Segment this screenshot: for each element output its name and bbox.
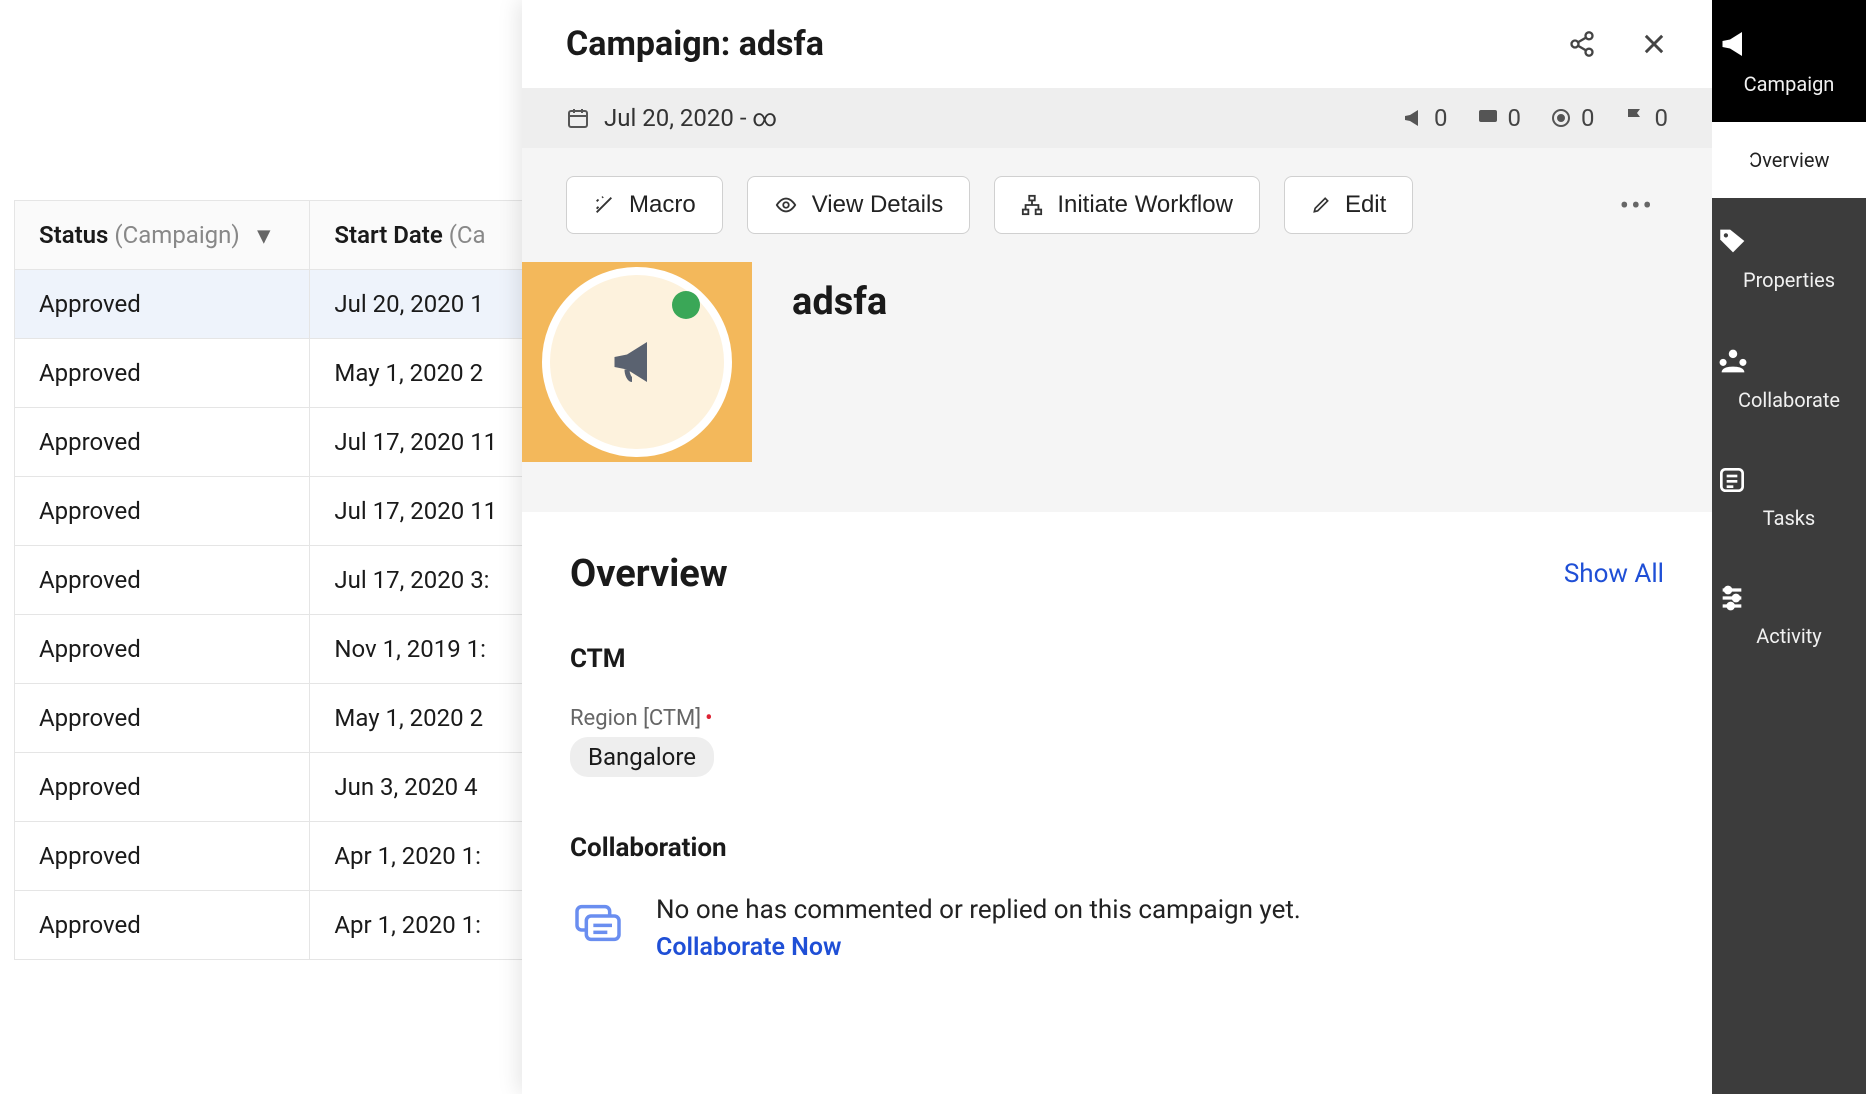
sidebar-item-label: Tasks (1763, 506, 1816, 530)
stat-chat[interactable]: 0 (1476, 104, 1522, 132)
sidebar-item-collaborate[interactable]: Collaborate (1712, 318, 1866, 438)
table-row[interactable]: Approved (15, 339, 310, 408)
table-row[interactable]: Approved (15, 546, 310, 615)
sidebar-item-overview[interactable]: Overview (1712, 122, 1866, 198)
macro-button[interactable]: Macro (566, 176, 723, 234)
stat-target[interactable]: 0 (1549, 104, 1595, 132)
table-row[interactable]: May 1, 2020 2 (310, 684, 534, 753)
sidebar-item-label: Activity (1756, 624, 1821, 648)
campaign-table: Status (Campaign) ▾ Start Date (Ca Appro… (14, 200, 534, 960)
table-row[interactable]: Jul 17, 2020 11 (310, 408, 534, 477)
campaign-hero: adsfa (522, 262, 1712, 512)
date-range: Jul 20, 2020 - ∞ (604, 104, 777, 132)
sidebar-item-tasks[interactable]: Tasks (1712, 438, 1866, 556)
list-icon (1716, 464, 1862, 496)
collaborate-now-link[interactable]: Collaborate Now (656, 933, 1301, 962)
page-title: Campaign: adsfa (566, 24, 1568, 64)
campaign-panel: Campaign: adsfa Jul 20, 2020 - ∞ 0 0 (522, 0, 1712, 1094)
table-row[interactable]: May 1, 2020 2 (310, 339, 534, 408)
table-row[interactable]: Approved (15, 408, 310, 477)
col-start-date[interactable]: Start Date (Ca (310, 201, 534, 270)
sidebar-item-label: Properties (1743, 268, 1835, 292)
table-row[interactable]: Approved (15, 477, 310, 546)
table-row[interactable]: Approved (15, 684, 310, 753)
campaign-badge (522, 262, 752, 462)
show-all-link[interactable]: Show All (1564, 559, 1664, 589)
wand-icon (593, 194, 615, 216)
toolbar: Macro View Details Initiate Workflow Edi… (522, 148, 1712, 262)
right-sidebar: Campaign Overview Properties Collaborate… (1712, 0, 1866, 1094)
table-row[interactable]: Approved (15, 891, 310, 960)
region-chip[interactable]: Bangalore (570, 737, 714, 777)
workflow-icon (1021, 194, 1043, 216)
sidebar-item-activity[interactable]: Activity (1712, 556, 1866, 674)
overview-heading: Overview (570, 552, 728, 596)
ctm-label: CTM (570, 644, 1664, 674)
stat-flag[interactable]: 0 (1623, 104, 1669, 132)
region-field-label: Region [CTM]• (570, 706, 1664, 731)
sidebar-item-properties[interactable]: Properties (1712, 198, 1866, 318)
tag-icon (1716, 224, 1862, 258)
collab-heading: Collaboration (570, 833, 1664, 863)
sidebar-item-label: Collaborate (1738, 388, 1840, 412)
table-row[interactable]: Nov 1, 2019 1: (310, 615, 534, 684)
close-icon[interactable] (1640, 30, 1668, 58)
initiate-workflow-button[interactable]: Initiate Workflow (994, 176, 1260, 234)
table-row[interactable]: Jul 17, 2020 3: (310, 546, 534, 615)
table-row[interactable]: Approved (15, 615, 310, 684)
table-row[interactable]: Jul 20, 2020 1 (310, 270, 534, 339)
chat-bubble-icon (570, 895, 626, 951)
share-icon[interactable] (1568, 30, 1596, 58)
stat-announce[interactable]: 0 (1402, 104, 1448, 132)
table-row[interactable]: Apr 1, 2020 1: (310, 891, 534, 960)
col-status[interactable]: Status (Campaign) ▾ (15, 201, 310, 270)
date-bar: Jul 20, 2020 - ∞ 0 0 0 0 (522, 88, 1712, 148)
table-row[interactable]: Approved (15, 822, 310, 891)
view-details-button[interactable]: View Details (747, 176, 971, 234)
table-row[interactable]: Approved (15, 753, 310, 822)
sidebar-item-campaign[interactable]: Campaign (1712, 0, 1866, 122)
table-row[interactable]: Approved (15, 270, 310, 339)
sidebar-item-label: Campaign (1744, 72, 1835, 96)
megaphone-icon (1716, 26, 1862, 62)
table-row[interactable]: Apr 1, 2020 1: (310, 822, 534, 891)
more-icon[interactable]: ••• (1606, 189, 1668, 222)
campaign-name: adsfa (792, 280, 887, 324)
pencil-icon (1311, 195, 1331, 215)
table-row[interactable]: Jul 17, 2020 11 (310, 477, 534, 546)
eye-icon (774, 194, 798, 216)
sliders-icon (1716, 582, 1862, 614)
table-row[interactable]: Jun 3, 2020 4 (310, 753, 534, 822)
megaphone-icon (607, 332, 667, 392)
collab-empty-text: No one has commented or replied on this … (656, 895, 1301, 925)
chevron-down-icon[interactable]: ▾ (258, 221, 270, 249)
edit-button[interactable]: Edit (1284, 176, 1413, 234)
status-dot (672, 291, 700, 319)
calendar-icon (566, 106, 590, 130)
sidebar-item-label: Overview (1748, 148, 1829, 172)
people-icon (1716, 344, 1862, 378)
